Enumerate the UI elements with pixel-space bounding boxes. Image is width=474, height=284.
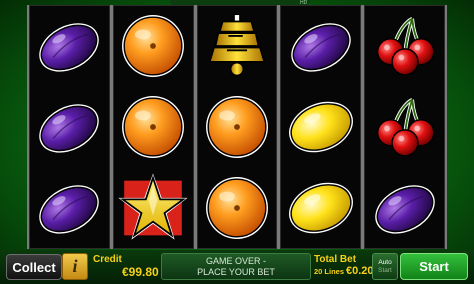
plum-icon bbox=[39, 184, 100, 234]
reel-5-row-1 bbox=[368, 9, 442, 83]
status-message-line-2: PLACE YOUR BET bbox=[197, 266, 275, 277]
reel-1-row-1 bbox=[32, 9, 106, 83]
bell-icon bbox=[208, 13, 266, 77]
reel-5-row-3 bbox=[368, 171, 442, 245]
start-button[interactable]: Start bbox=[400, 253, 468, 280]
lines-label[interactable]: 20 Lines bbox=[314, 267, 344, 276]
reel-4-row-1 bbox=[284, 9, 358, 83]
reel-4 bbox=[280, 5, 362, 249]
reel-4-row-2 bbox=[284, 90, 358, 164]
reel-5-row-2 bbox=[368, 90, 442, 164]
info-button[interactable]: i bbox=[62, 253, 88, 280]
status-message: GAME OVER - PLACE YOUR BET bbox=[161, 253, 311, 280]
total-bet-label: Total Bet bbox=[314, 254, 357, 265]
collect-button[interactable]: Collect bbox=[6, 254, 62, 280]
total-bet-value[interactable]: €0.20 bbox=[346, 265, 374, 277]
reels-area bbox=[27, 5, 447, 249]
reel-3-row-1 bbox=[200, 9, 274, 83]
star-icon bbox=[118, 173, 188, 240]
reel-2 bbox=[112, 5, 194, 249]
auto-label: Auto bbox=[378, 258, 392, 266]
reel-4-row-3 bbox=[284, 171, 358, 245]
reel-2-row-1 bbox=[116, 9, 190, 83]
auto-start-button[interactable]: Auto Start bbox=[372, 253, 398, 280]
reel-2-row-2 bbox=[116, 90, 190, 164]
reel-1-row-2 bbox=[32, 90, 106, 164]
orange-icon bbox=[206, 176, 268, 239]
status-message-line-1: GAME OVER - bbox=[205, 255, 266, 266]
orange-icon bbox=[206, 96, 268, 158]
reel-5 bbox=[364, 5, 445, 249]
reel-1-row-3 bbox=[32, 171, 106, 245]
info-icon: i bbox=[72, 256, 78, 276]
credit-label: Credit bbox=[93, 254, 122, 265]
reel-3-row-2 bbox=[200, 90, 274, 164]
lemon-icon bbox=[288, 101, 353, 153]
plum-icon bbox=[39, 104, 100, 153]
plum-icon bbox=[374, 184, 435, 234]
orange-icon bbox=[122, 15, 185, 78]
orange-icon bbox=[122, 96, 185, 158]
credit-value: €99.80 bbox=[122, 265, 159, 279]
lemon-icon bbox=[288, 182, 353, 233]
cherry-icon bbox=[376, 98, 435, 157]
plum-icon bbox=[39, 23, 100, 72]
cherry-icon bbox=[376, 17, 435, 76]
reel-1 bbox=[29, 5, 110, 249]
reel-3 bbox=[196, 5, 278, 249]
reel-2-row-3 bbox=[116, 171, 190, 245]
auto-sub-label: Start bbox=[378, 266, 392, 274]
plum-icon bbox=[291, 23, 351, 72]
reel-3-row-3 bbox=[200, 171, 274, 245]
